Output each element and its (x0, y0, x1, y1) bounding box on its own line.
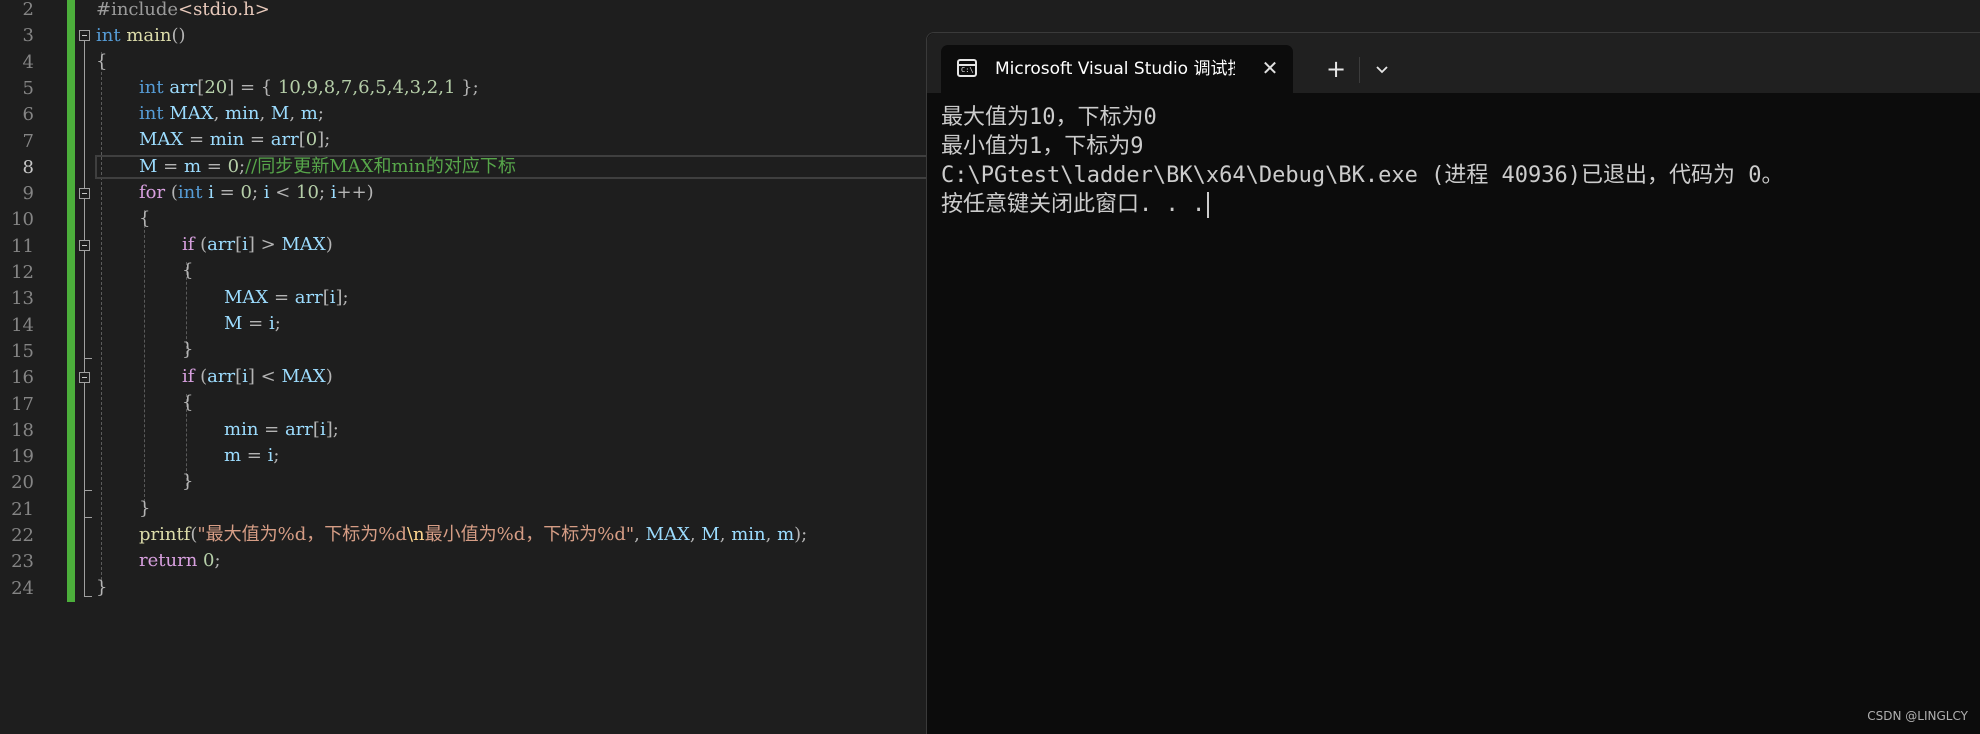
fold-toggle-if-max[interactable] (79, 240, 90, 251)
code-line-2[interactable]: #include<stdio.h> (96, 0, 270, 23)
output-line-prompt: 按任意键关闭此窗口. . . (941, 190, 1971, 219)
line-number: 20 (11, 472, 34, 493)
console-output[interactable]: 最大值为10，下标为0 最小值为1，下标为9 C:\PGtest\ladder\… (941, 103, 1971, 219)
code-line-14[interactable]: M = i; (224, 311, 281, 337)
code-line-11[interactable]: if (arr[i] > MAX) (182, 232, 333, 258)
code-line-23[interactable]: return 0; (139, 548, 221, 574)
fold-region-end (84, 596, 92, 597)
code-line-5[interactable]: int arr[20] = { 10,9,8,7,6,5,4,3,2,1 }; (139, 75, 479, 101)
code-line-13[interactable]: MAX = arr[i]; (224, 285, 349, 311)
code-line-18[interactable]: min = arr[i]; (224, 417, 339, 443)
code-line-24[interactable]: } (96, 575, 107, 601)
code-line-22[interactable]: printf("最大值为%d，下标为%d\n最小值为%d，下标为%d", MAX… (139, 522, 807, 548)
line-number: 7 (22, 131, 34, 152)
close-tab-button[interactable]: ✕ (1257, 55, 1283, 81)
code-comment: //同步更新MAX和min的对应下标 (245, 156, 516, 177)
code-line-9[interactable]: for (int i = 0; i < 10; i++) (139, 180, 374, 206)
code-line-20[interactable]: } (182, 469, 193, 495)
line-number: 9 (22, 183, 34, 204)
line-number: 21 (11, 499, 34, 520)
watermark: CSDN @LINGLCY (1867, 709, 1968, 723)
line-number: 10 (11, 209, 34, 230)
line-number: 5 (22, 78, 34, 99)
format-string: "最大值为%d，下标为%d (197, 524, 407, 545)
code-line-8[interactable]: M = m = 0;//同步更新MAX和min的对应下标 (139, 154, 516, 180)
fold-region-end (84, 358, 92, 359)
code-line-10[interactable]: { (139, 206, 150, 232)
line-number: 17 (11, 394, 34, 415)
code-line-15[interactable]: } (182, 337, 193, 363)
fold-toggle-if-min[interactable] (79, 372, 90, 383)
line-number: 18 (11, 420, 34, 441)
change-tracking-bar (67, 0, 75, 602)
line-number: 2 (22, 0, 34, 20)
output-line: 最大值为10，下标为0 (941, 105, 1157, 130)
fold-region-line (84, 41, 85, 596)
chevron-down-icon (1376, 66, 1388, 74)
line-number: 19 (11, 446, 34, 467)
code-line-4[interactable]: { (96, 49, 107, 75)
line-number: 8 (22, 157, 34, 178)
new-tab-button[interactable]: + (1321, 55, 1351, 85)
fold-region-end (84, 517, 92, 518)
terminal-titlebar: C:\ Microsoft Visual Studio 调试控制台 ✕ + (927, 33, 1980, 93)
line-number: 13 (11, 288, 34, 309)
output-line: 最小值为1，下标为9 (941, 134, 1144, 159)
code-line-21[interactable]: } (139, 496, 150, 522)
code-line-12[interactable]: { (182, 258, 193, 284)
fold-toggle-for[interactable] (79, 188, 90, 199)
line-number: 16 (11, 367, 34, 388)
indent-guide (144, 210, 145, 512)
tab-separator (1359, 57, 1360, 83)
line-number: 11 (11, 236, 34, 257)
code-line-16[interactable]: if (arr[i] < MAX) (182, 364, 333, 390)
tab-title: Microsoft Visual Studio 调试控制台 (995, 59, 1235, 79)
line-number: 15 (11, 341, 34, 362)
fold-toggle-main[interactable] (79, 30, 90, 41)
code-line-3[interactable]: int main() (96, 23, 186, 49)
line-number: 12 (11, 262, 34, 283)
fold-region-end (84, 490, 92, 491)
line-number: 3 (22, 25, 34, 46)
line-number: 4 (22, 52, 34, 73)
line-number: 14 (11, 315, 34, 336)
tab-dropdown-button[interactable] (1367, 57, 1397, 85)
console-tab[interactable]: C:\ Microsoft Visual Studio 调试控制台 ✕ (941, 45, 1293, 93)
code-line-7[interactable]: MAX = min = arr[0]; (139, 127, 330, 153)
code-line-17[interactable]: { (182, 390, 193, 416)
output-line: C:\PGtest\ladder\BK\x64\Debug\BK.exe (进程… (941, 163, 1784, 188)
line-number: 23 (11, 551, 34, 572)
indent-guide (101, 52, 102, 580)
text-cursor (1207, 192, 1210, 218)
code-line-6[interactable]: int MAX, min, M, m; (139, 101, 324, 127)
line-number: 6 (22, 104, 34, 125)
console-icon: C:\ (957, 59, 977, 77)
debug-console-window[interactable]: C:\ Microsoft Visual Studio 调试控制台 ✕ + 最大… (926, 32, 1980, 734)
line-number: 22 (11, 525, 34, 546)
code-line-19[interactable]: m = i; (224, 443, 279, 469)
line-number: 24 (11, 578, 34, 599)
